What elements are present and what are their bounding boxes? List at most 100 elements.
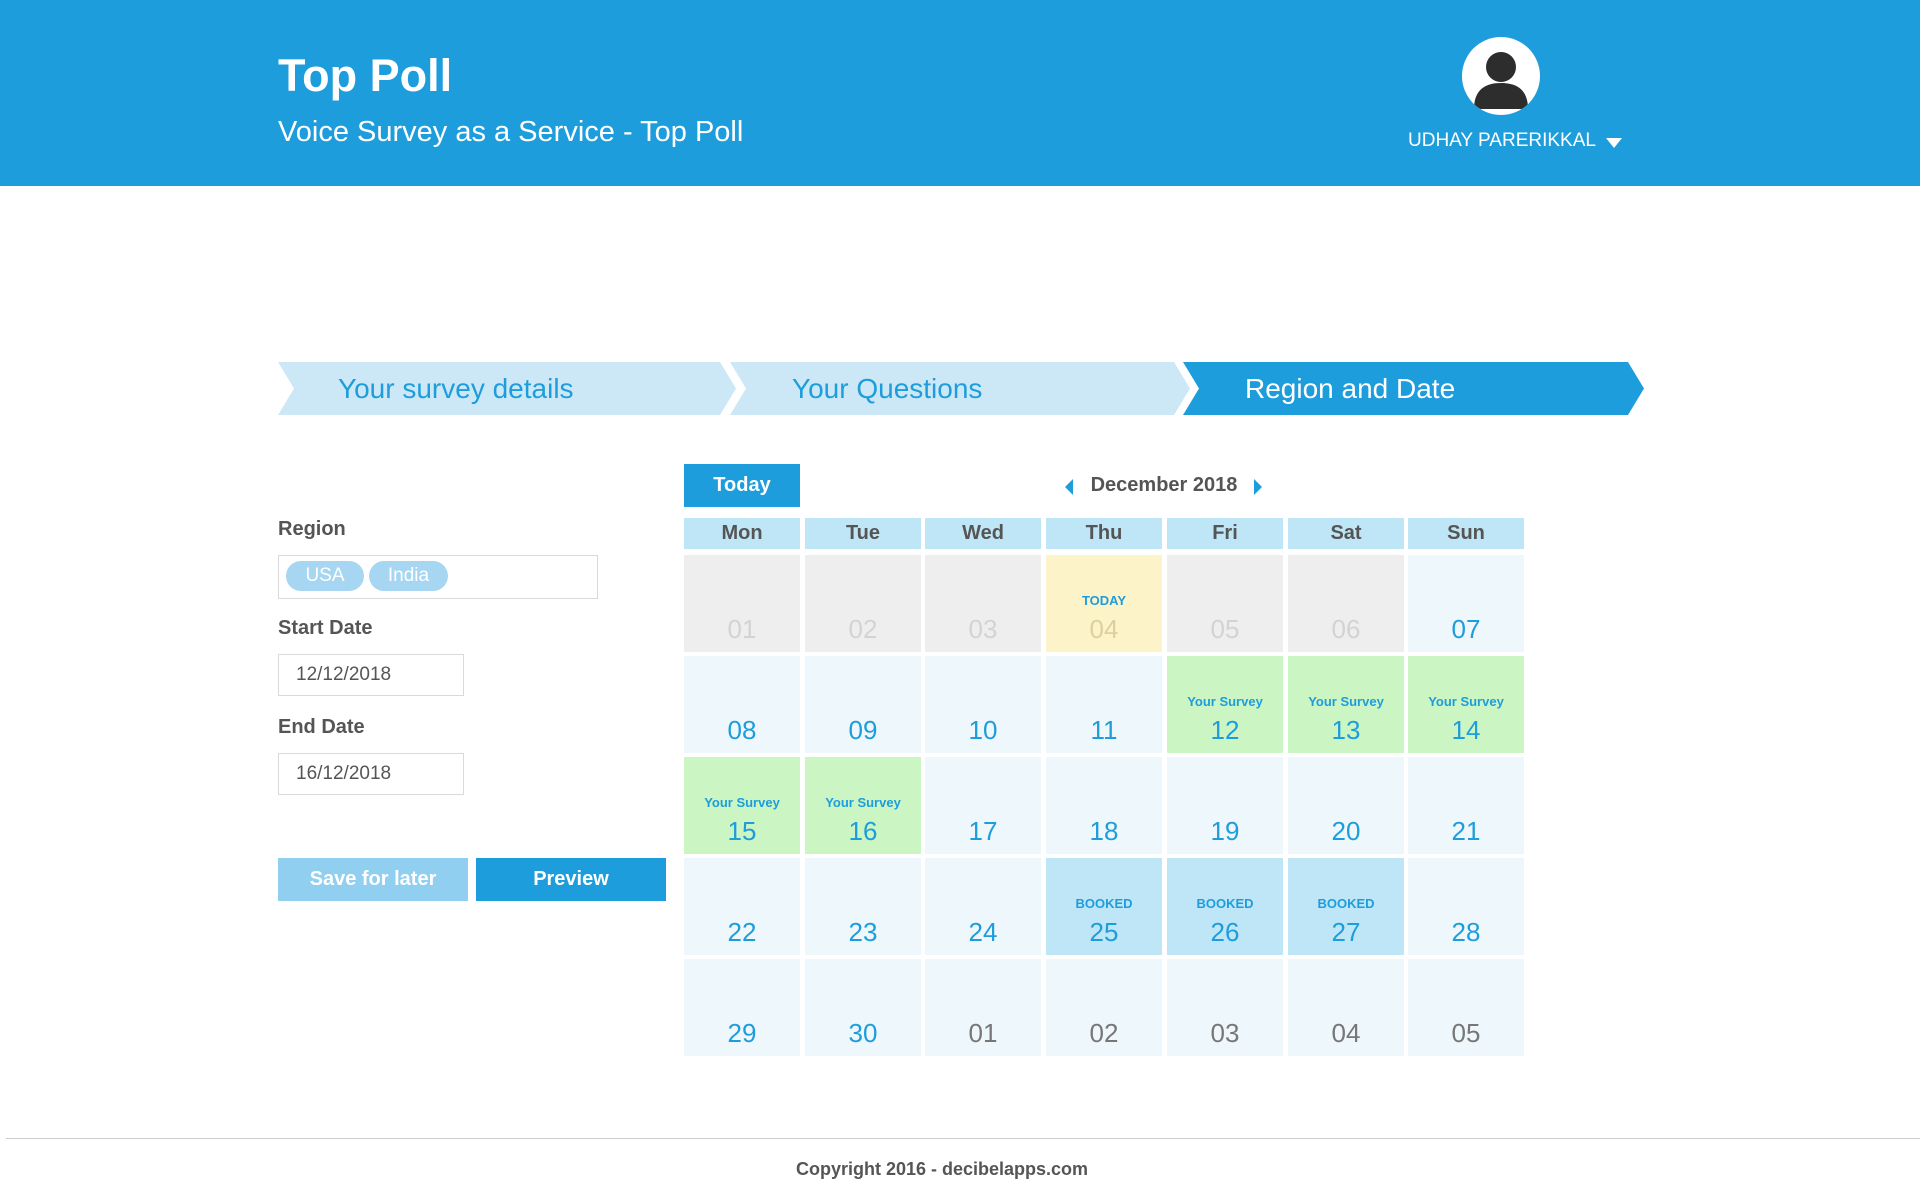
day-number: 03	[968, 614, 998, 644]
calendar-day[interactable]: 05	[1408, 959, 1524, 1056]
region-input[interactable]: USA India	[278, 555, 598, 599]
step-label: Your survey details	[338, 373, 574, 404]
your-survey-label: Your Survey	[1308, 694, 1384, 709]
calendar-day[interactable]: 20	[1288, 757, 1404, 854]
footer-divider	[6, 1138, 1920, 1139]
chevron-down-icon[interactable]	[1606, 138, 1622, 148]
day-number: 19	[1210, 816, 1240, 846]
day-number: 26	[1210, 917, 1240, 947]
month-label: December 2018	[1090, 474, 1238, 496]
calendar-day[interactable]: 28	[1408, 858, 1524, 955]
your-survey-label: Your Survey	[1187, 694, 1263, 709]
calendar-day[interactable]: 02	[1046, 959, 1162, 1056]
region-label: Region	[278, 518, 346, 540]
weekday-header: Thu	[1046, 518, 1162, 549]
calendar-day[interactable]: 08	[684, 656, 800, 753]
calendar-day[interactable]: 11	[1046, 656, 1162, 753]
day-number: 05	[1451, 1018, 1481, 1048]
weekday-header: Mon	[684, 518, 800, 549]
calendar-day[interactable]: 21	[1408, 757, 1524, 854]
weekday-header: Sun	[1408, 518, 1524, 549]
calendar-day[interactable]: TODAY 04	[1046, 555, 1162, 652]
calendar-day[interactable]: 18	[1046, 757, 1162, 854]
day-number: 04	[1089, 614, 1119, 644]
day-number: 09	[848, 715, 878, 745]
wizard-steps: Your survey details Your Questions Regio…	[278, 362, 1644, 415]
calendar-day[interactable]: 02	[805, 555, 921, 652]
calendar-day[interactable]: 29	[684, 959, 800, 1056]
day-number: 06	[1331, 614, 1361, 644]
user-avatar-icon[interactable]	[1462, 37, 1540, 115]
day-number: 04	[1331, 1018, 1361, 1048]
step-label: Region and Date	[1245, 373, 1456, 404]
today-button[interactable]: Today	[684, 464, 800, 507]
calendar-day[interactable]: 03	[925, 555, 1041, 652]
calendar-day[interactable]: Your Survey 14	[1408, 656, 1524, 753]
step-survey-details[interactable]: Your survey details	[278, 362, 736, 415]
day-number: 21	[1451, 816, 1481, 846]
day-number: 12	[1210, 715, 1240, 745]
day-number: 30	[848, 1018, 878, 1048]
calendar-day[interactable]: 17	[925, 757, 1041, 854]
chevron-right-icon[interactable]	[1254, 479, 1262, 495]
calendar-day[interactable]: 09	[805, 656, 921, 753]
app-header: Top Poll Voice Survey as a Service - Top…	[0, 0, 1920, 186]
save-for-later-button[interactable]: Save for later	[278, 858, 468, 901]
calendar-day[interactable]: 24	[925, 858, 1041, 955]
end-date-label: End Date	[278, 716, 365, 738]
calendar-day[interactable]: Your Survey 13	[1288, 656, 1404, 753]
day-number: 13	[1331, 715, 1361, 745]
app-title: Top Poll	[278, 50, 453, 101]
calendar-day[interactable]: Your Survey 16	[805, 757, 921, 854]
calendar-day[interactable]: 19	[1167, 757, 1283, 854]
weekday-header: Fri	[1167, 518, 1283, 549]
day-number: 15	[727, 816, 757, 846]
day-number: 28	[1451, 917, 1481, 947]
your-survey-label: Your Survey	[704, 795, 780, 810]
step-region-date[interactable]: Region and Date	[1183, 362, 1644, 415]
calendar-day[interactable]: BOOKED 25	[1046, 858, 1162, 955]
day-number: 25	[1089, 917, 1119, 947]
end-date-field[interactable]	[278, 753, 464, 795]
day-number: 29	[727, 1018, 757, 1048]
calendar-day[interactable]: 01	[925, 959, 1041, 1056]
start-date-field[interactable]	[278, 654, 464, 696]
calendar-day[interactable]: Your Survey 12	[1167, 656, 1283, 753]
step-questions[interactable]: Your Questions	[730, 362, 1190, 415]
day-number: 05	[1210, 614, 1240, 644]
user-name[interactable]: UDHAY PARERIKKAL	[1408, 130, 1596, 152]
calendar-day[interactable]: 06	[1288, 555, 1404, 652]
day-number: 10	[968, 715, 998, 745]
booked-label: BOOKED	[1317, 896, 1375, 911]
day-number: 18	[1089, 816, 1119, 846]
booked-label: BOOKED	[1075, 896, 1133, 911]
calendar-day[interactable]: 22	[684, 858, 800, 955]
day-number: 16	[848, 816, 878, 846]
day-number: 20	[1331, 816, 1361, 846]
calendar-day[interactable]: 30	[805, 959, 921, 1056]
day-number: 03	[1210, 1018, 1240, 1048]
calendar-day[interactable]: Your Survey 15	[684, 757, 800, 854]
start-date-label: Start Date	[278, 617, 373, 639]
calendar-day[interactable]: 01	[684, 555, 800, 652]
copyright: Copyright 2016 - decibelapps.com	[795, 1159, 1089, 1179]
day-number: 17	[968, 816, 998, 846]
region-chip[interactable]: USA	[286, 561, 364, 591]
day-number: 01	[968, 1018, 998, 1048]
calendar-day[interactable]: BOOKED 27	[1288, 858, 1404, 955]
day-number: 14	[1451, 715, 1481, 745]
step-label: Your Questions	[792, 373, 983, 404]
day-number: 24	[968, 917, 998, 947]
calendar-day[interactable]: 05	[1167, 555, 1283, 652]
region-chip[interactable]: India	[369, 561, 448, 591]
calendar-day[interactable]: 10	[925, 656, 1041, 753]
app-subtitle: Voice Survey as a Service - Top Poll	[278, 116, 744, 148]
calendar-day[interactable]: 07	[1408, 555, 1524, 652]
weekday-header: Sat	[1288, 518, 1404, 549]
preview-button[interactable]: Preview	[476, 858, 666, 901]
calendar-day[interactable]: 03	[1167, 959, 1283, 1056]
calendar-day[interactable]: BOOKED 26	[1167, 858, 1283, 955]
calendar-day[interactable]: 23	[805, 858, 921, 955]
day-number: 07	[1451, 614, 1481, 644]
calendar-day[interactable]: 04	[1288, 959, 1404, 1056]
